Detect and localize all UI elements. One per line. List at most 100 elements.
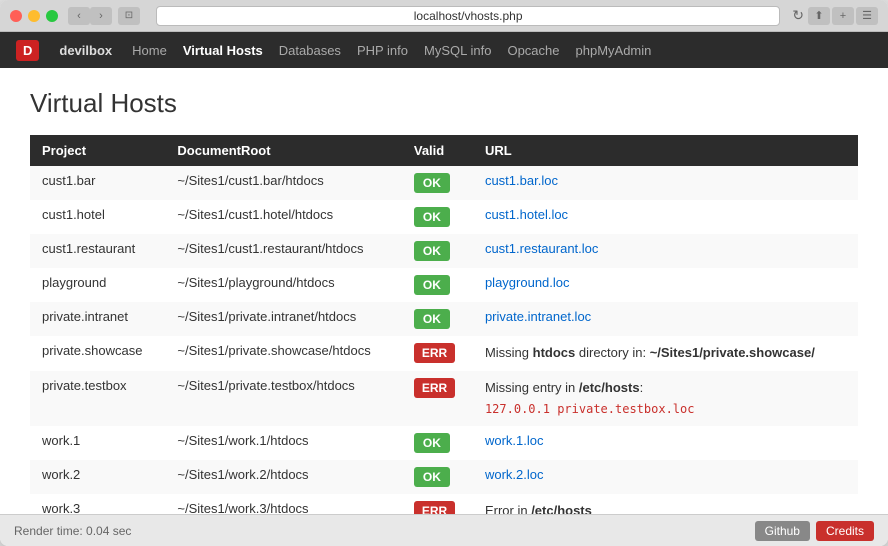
url-link[interactable]: private.intranet.loc: [485, 309, 591, 324]
cell-valid: OK: [402, 234, 473, 268]
traffic-lights: [10, 10, 58, 22]
cell-valid: OK: [402, 426, 473, 460]
cell-url: cust1.restaurant.loc: [473, 234, 858, 268]
table-header-row: Project DocumentRoot Valid URL: [30, 135, 858, 166]
col-valid: Valid: [402, 135, 473, 166]
footer: Render time: 0.04 sec Github Credits: [0, 514, 888, 546]
table-row: work.1 ~/Sites1/work.1/htdocs OK work.1.…: [30, 426, 858, 460]
cell-docroot: ~/Sites1/cust1.restaurant/htdocs: [165, 234, 401, 268]
status-badge: ERR: [414, 343, 455, 363]
cell-valid: OK: [402, 460, 473, 494]
logo: D: [16, 40, 39, 61]
table-row: cust1.restaurant ~/Sites1/cust1.restaura…: [30, 234, 858, 268]
url-link[interactable]: cust1.hotel.loc: [485, 207, 568, 222]
table-row: work.2 ~/Sites1/work.2/htdocs OK work.2.…: [30, 460, 858, 494]
credits-button[interactable]: Credits: [816, 521, 874, 541]
url-link[interactable]: playground.loc: [485, 275, 570, 290]
url-text: localhost/vhosts.php: [414, 9, 523, 23]
page-title: Virtual Hosts: [30, 88, 858, 119]
table-row: private.testbox ~/Sites1/private.testbox…: [30, 371, 858, 427]
share-button[interactable]: ⬆: [808, 7, 830, 25]
title-bar: ‹ › ⊡ localhost/vhosts.php ↻ ⬆ + ☰: [0, 0, 888, 32]
nav-opcache[interactable]: Opcache: [499, 43, 567, 58]
status-badge: OK: [414, 207, 450, 227]
status-badge: ERR: [414, 501, 455, 514]
nav-home[interactable]: Home: [124, 43, 175, 58]
cell-project: cust1.hotel: [30, 200, 165, 234]
cell-project: work.1: [30, 426, 165, 460]
cell-valid: OK: [402, 166, 473, 200]
url-link[interactable]: cust1.restaurant.loc: [485, 241, 598, 256]
cell-project: cust1.restaurant: [30, 234, 165, 268]
cell-docroot: ~/Sites1/cust1.bar/htdocs: [165, 166, 401, 200]
table-row: private.intranet ~/Sites1/private.intran…: [30, 302, 858, 336]
status-badge: OK: [414, 173, 450, 193]
table-row: cust1.bar ~/Sites1/cust1.bar/htdocs OK c…: [30, 166, 858, 200]
cell-docroot: ~/Sites1/work.1/htdocs: [165, 426, 401, 460]
cell-project: private.testbox: [30, 371, 165, 427]
cell-valid: OK: [402, 268, 473, 302]
col-project: Project: [30, 135, 165, 166]
status-badge: OK: [414, 433, 450, 453]
cell-docroot: ~/Sites1/playground/htdocs: [165, 268, 401, 302]
nav-databases[interactable]: Databases: [271, 43, 349, 58]
cell-url-err: Missing htdocs directory in: ~/Sites1/pr…: [473, 336, 858, 371]
nav-virtual-hosts[interactable]: Virtual Hosts: [175, 43, 271, 58]
status-badge: OK: [414, 309, 450, 329]
table-row: work.3 ~/Sites1/work.3/htdocs ERR Error …: [30, 494, 858, 514]
url-link[interactable]: work.1.loc: [485, 433, 544, 448]
cell-url: work.2.loc: [473, 460, 858, 494]
cell-valid: ERR: [402, 494, 473, 514]
nav-bar: D devilbox Home Virtual Hosts Databases …: [0, 32, 888, 68]
cell-url: private.intranet.loc: [473, 302, 858, 336]
cell-project: cust1.bar: [30, 166, 165, 200]
status-badge: OK: [414, 241, 450, 261]
footer-buttons: Github Credits: [755, 521, 874, 541]
nav-mysql-info[interactable]: MySQL info: [416, 43, 499, 58]
table-row: cust1.hotel ~/Sites1/cust1.hotel/htdocs …: [30, 200, 858, 234]
status-badge: OK: [414, 275, 450, 295]
cell-project: playground: [30, 268, 165, 302]
table-row: private.showcase ~/Sites1/private.showca…: [30, 336, 858, 371]
cell-valid: OK: [402, 200, 473, 234]
reload-button[interactable]: ↻: [788, 7, 808, 24]
maximize-button[interactable]: [46, 10, 58, 22]
cell-url: cust1.hotel.loc: [473, 200, 858, 234]
url-link[interactable]: work.2.loc: [485, 467, 544, 482]
render-time: Render time: 0.04 sec: [14, 524, 131, 538]
cell-project: work.3: [30, 494, 165, 514]
cell-url: work.1.loc: [473, 426, 858, 460]
table-row: playground ~/Sites1/playground/htdocs OK…: [30, 268, 858, 302]
sidebar-button[interactable]: ☰: [856, 7, 878, 25]
cell-valid: ERR: [402, 336, 473, 371]
nav-phpmyadmin[interactable]: phpMyAdmin: [568, 43, 660, 58]
github-button[interactable]: Github: [755, 521, 810, 541]
url-link[interactable]: cust1.bar.loc: [485, 173, 558, 188]
main-content: Virtual Hosts Project DocumentRoot Valid…: [0, 68, 888, 514]
nav-php-info[interactable]: PHP info: [349, 43, 416, 58]
status-badge: OK: [414, 467, 450, 487]
address-bar[interactable]: localhost/vhosts.php: [156, 6, 780, 26]
vhosts-table: Project DocumentRoot Valid URL cust1.bar…: [30, 135, 858, 514]
cell-docroot: ~/Sites1/private.intranet/htdocs: [165, 302, 401, 336]
status-badge: ERR: [414, 378, 455, 398]
cell-url: cust1.bar.loc: [473, 166, 858, 200]
browser-window: ‹ › ⊡ localhost/vhosts.php ↻ ⬆ + ☰ D dev…: [0, 0, 888, 546]
cell-docroot: ~/Sites1/private.showcase/htdocs: [165, 336, 401, 371]
back-button[interactable]: ‹: [68, 7, 90, 25]
window-resize-button[interactable]: ⊡: [118, 7, 140, 25]
cell-project: private.showcase: [30, 336, 165, 371]
cell-docroot: ~/Sites1/work.2/htdocs: [165, 460, 401, 494]
col-url: URL: [473, 135, 858, 166]
cell-project: work.2: [30, 460, 165, 494]
cell-project: private.intranet: [30, 302, 165, 336]
new-tab-button[interactable]: +: [832, 7, 854, 25]
forward-button[interactable]: ›: [90, 7, 112, 25]
cell-docroot: ~/Sites1/cust1.hotel/htdocs: [165, 200, 401, 234]
cell-url-err: Missing entry in /etc/hosts: 127.0.0.1 p…: [473, 371, 858, 427]
close-button[interactable]: [10, 10, 22, 22]
brand-name: devilbox: [51, 43, 120, 58]
cell-docroot: ~/Sites1/private.testbox/htdocs: [165, 371, 401, 427]
minimize-button[interactable]: [28, 10, 40, 22]
cell-docroot: ~/Sites1/work.3/htdocs: [165, 494, 401, 514]
